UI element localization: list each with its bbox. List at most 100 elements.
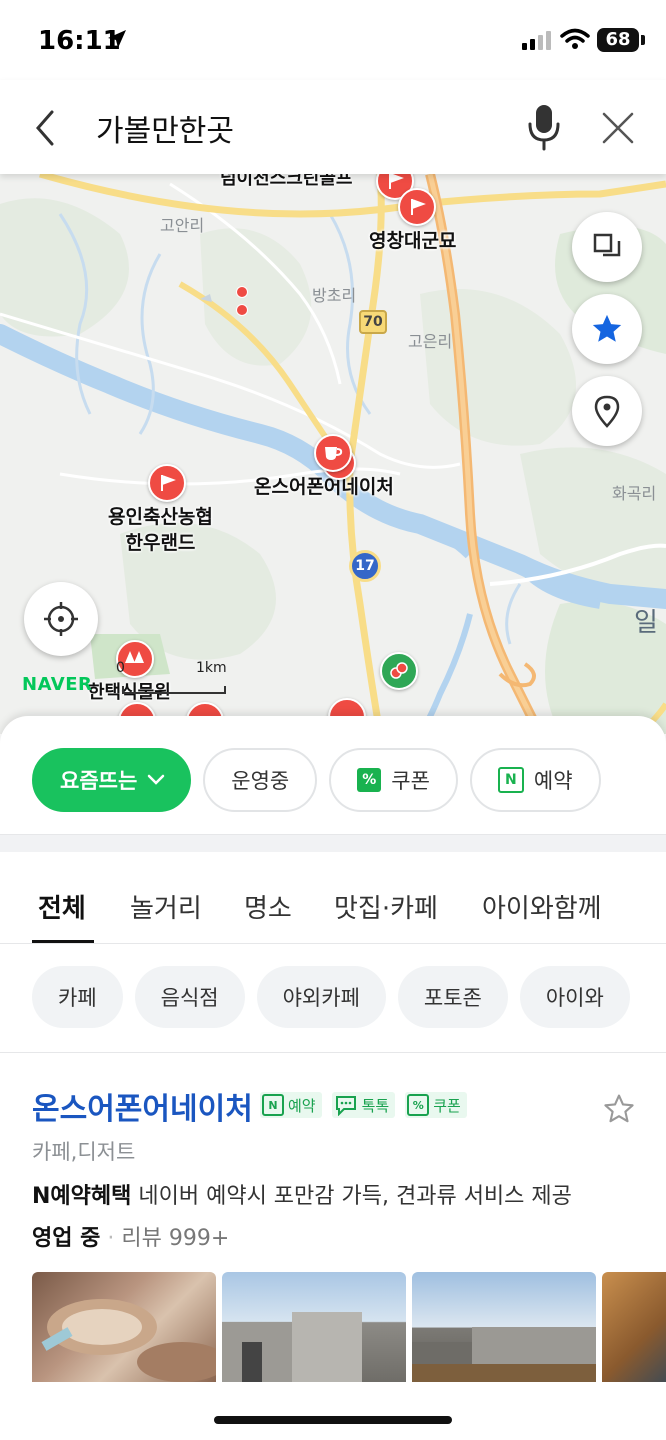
route-70-label: 70 xyxy=(363,314,383,330)
filter-booking[interactable]: N 예약 xyxy=(469,748,601,812)
place-photo-bread[interactable] xyxy=(32,1272,216,1382)
layers-icon xyxy=(593,233,621,257)
coffee-cup-icon xyxy=(325,447,343,460)
crosshair-icon xyxy=(44,602,78,636)
chevron-down-icon xyxy=(148,774,165,785)
map-label-yongin-line1: 용인축산농협 xyxy=(108,506,213,528)
benefit-title: N예약혜택 xyxy=(32,1184,132,1209)
badge-booking-label: 예약 xyxy=(288,1096,316,1115)
tab-activities[interactable]: 놀거리 xyxy=(130,888,202,925)
map-label-goeunri: 고은리 xyxy=(408,332,453,351)
coupon-icon: % xyxy=(357,768,382,792)
place-status-line: 영업 중 · 리뷰 999+ xyxy=(32,1220,229,1252)
wifi-icon xyxy=(560,28,590,49)
tab-all[interactable]: 전체 xyxy=(38,888,86,925)
save-star-icon[interactable] xyxy=(602,1092,636,1126)
place-category: 카페,디저트 xyxy=(32,1140,136,1164)
place-photo-building-1[interactable] xyxy=(222,1272,406,1382)
tab-bar: 전체 놀거리 명소 맛집·카페 아이와함께 xyxy=(0,852,666,944)
map-label-bangchori: 방초리 xyxy=(312,286,357,305)
filter-open-now[interactable]: 운영중 xyxy=(203,748,318,812)
route-17-badge: 17 xyxy=(349,550,381,582)
filter-trending[interactable]: 요즘뜨는 xyxy=(32,748,192,812)
map-pin-onsof[interactable] xyxy=(314,434,352,472)
place-photos xyxy=(32,1272,666,1382)
battery-tip xyxy=(641,35,645,45)
map-label-gonanri: 고안리 xyxy=(160,216,205,235)
badge-talk: 톡톡 xyxy=(331,1092,396,1118)
tree-icon xyxy=(125,651,144,663)
map-label-top: 덤이천스크린골프 xyxy=(220,174,353,189)
route-70-badge: 70 xyxy=(359,310,387,334)
active-tab-indicator xyxy=(32,940,94,943)
map-pin-green[interactable] xyxy=(380,652,418,690)
category-photo-zone[interactable]: 포토존 xyxy=(397,966,508,1028)
category-restaurant[interactable]: 음식점 xyxy=(134,966,245,1028)
badge-coupon-label: 쿠폰 xyxy=(433,1096,461,1115)
layers-button[interactable] xyxy=(572,212,642,282)
scale-zero: 0 xyxy=(116,660,125,676)
route-17-label: 17 xyxy=(355,558,375,574)
place-open-status: 영업 중 xyxy=(32,1226,101,1251)
favorites-button[interactable] xyxy=(572,294,642,364)
place-pin-button[interactable] xyxy=(572,376,642,446)
place-review-count: 리뷰 999+ xyxy=(121,1226,230,1251)
map-label-yongin[interactable]: 용인축산농협 한우랜드 xyxy=(108,504,213,556)
map-label-edge: 일 xyxy=(634,608,658,638)
filter-trending-label: 요즘뜨는 xyxy=(60,769,138,793)
map-label-yeongchang: 영창대군묘 xyxy=(369,230,457,252)
place-photo-building-2[interactable] xyxy=(412,1272,596,1382)
place-name[interactable]: 온스어폰어네이처 xyxy=(32,1084,253,1128)
tab-attractions[interactable]: 명소 xyxy=(244,888,292,925)
filter-booking-label: 예약 xyxy=(533,769,573,793)
place-badges: N 예약 톡톡 % 쿠폰 xyxy=(260,1092,467,1118)
results-sheet: 요즘뜨는 운영중 % 쿠폰 N 예약 전체 놀거리 명소 맛집·카페 아이와함께… xyxy=(0,716,666,1440)
map-label-hwagokri: 화곡리 xyxy=(612,484,657,503)
map-label-yongin-line2: 한우랜드 xyxy=(125,532,196,554)
star-icon xyxy=(592,314,622,342)
back-arrow-icon[interactable] xyxy=(28,108,64,148)
map-label-onsof[interactable]: 온스어폰어네이처 xyxy=(254,474,394,500)
map-pin-yeongchang[interactable] xyxy=(398,188,436,226)
list-divider xyxy=(0,1052,666,1053)
category-outdoor-cafe[interactable]: 야외카페 xyxy=(256,966,386,1028)
status-dot: · xyxy=(107,1226,115,1251)
place-photo-partial[interactable] xyxy=(602,1272,666,1382)
filter-coupon[interactable]: % 쿠폰 xyxy=(329,748,458,812)
badge-coupon: % 쿠폰 xyxy=(405,1092,467,1118)
place-benefit: N예약혜택 네이버 예약시 포만감 가득, 견과류 서비스 제공 xyxy=(32,1178,572,1210)
status-bar: 16:11 68 xyxy=(0,0,666,80)
tab-with-kids[interactable]: 아이와함께 xyxy=(482,888,602,925)
badge-talk-label: 톡톡 xyxy=(361,1096,390,1115)
category-kids[interactable]: 아이와 xyxy=(519,966,630,1028)
close-icon[interactable] xyxy=(600,110,636,146)
filter-coupon-label: 쿠폰 xyxy=(391,769,430,793)
cluster-icon xyxy=(390,662,408,679)
map-dot-2[interactable] xyxy=(236,304,248,316)
location-pin-icon xyxy=(594,395,620,428)
flag-icon xyxy=(161,475,176,491)
tab-food-cafe[interactable]: 맛집·카페 xyxy=(334,888,438,925)
bread-illustration xyxy=(41,1299,216,1382)
naver-n-icon: N xyxy=(262,1094,284,1116)
category-chips: 카페 음식점 야외카페 포토존 아이와 xyxy=(32,966,630,1028)
search-header: 가볼만한곳 xyxy=(0,80,666,174)
map-view[interactable]: 덤이천스크린골프 고안리 영창대군묘 방초리 고은리 화곡리 온스어폰어네이처 … xyxy=(0,174,666,734)
battery-icon: 68 xyxy=(597,28,639,52)
cellular-signal-icon xyxy=(522,31,551,50)
scale-km: 1km xyxy=(196,660,227,676)
flag-icon xyxy=(389,174,404,189)
map-dot-1[interactable] xyxy=(236,286,248,298)
home-indicator xyxy=(214,1416,452,1424)
current-location-button[interactable] xyxy=(24,582,98,656)
map-pin-yongin[interactable] xyxy=(148,464,186,502)
search-input[interactable]: 가볼만한곳 xyxy=(96,106,234,150)
flag-icon xyxy=(411,199,426,215)
microphone-icon[interactable] xyxy=(524,102,564,152)
section-separator xyxy=(0,834,666,852)
building-illustration xyxy=(412,1327,596,1382)
coupon-percent-icon: % xyxy=(407,1094,430,1116)
naver-booking-icon: N xyxy=(497,767,524,793)
category-cafe[interactable]: 카페 xyxy=(32,966,123,1028)
chat-bubble-icon xyxy=(335,1096,356,1116)
